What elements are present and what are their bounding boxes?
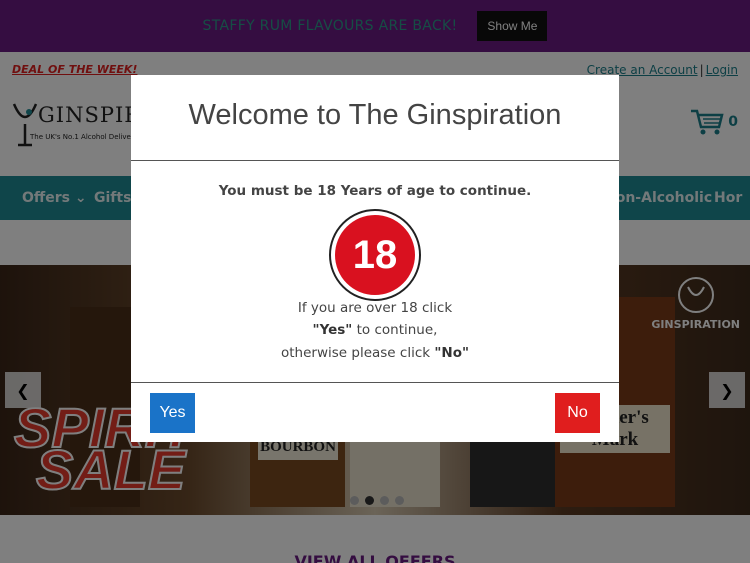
instruction-yes: "Yes": [312, 322, 353, 338]
divider: [131, 382, 619, 383]
instruction-no: "No": [434, 345, 469, 361]
instruction-otherwise: otherwise please click: [280, 345, 435, 361]
age-requirement-text: You must be 18 Years of age to continue.: [218, 183, 532, 199]
modal-title: Welcome to The Ginspiration: [188, 99, 562, 131]
divider: [131, 160, 619, 161]
yes-button[interactable]: Yes: [150, 393, 195, 433]
age-18-badge: 18: [329, 209, 421, 301]
age-18-badge-number: 18: [335, 215, 415, 295]
instruction-continue: to continue,: [352, 322, 438, 338]
no-button[interactable]: No: [555, 393, 600, 433]
instruction-line-2: "Yes" to continue,: [131, 322, 619, 338]
instruction-line-3: otherwise please click "No": [131, 345, 619, 361]
age-verification-modal: Welcome to The Ginspiration You must be …: [131, 75, 619, 442]
instruction-line-1: If you are over 18 click: [297, 300, 453, 316]
